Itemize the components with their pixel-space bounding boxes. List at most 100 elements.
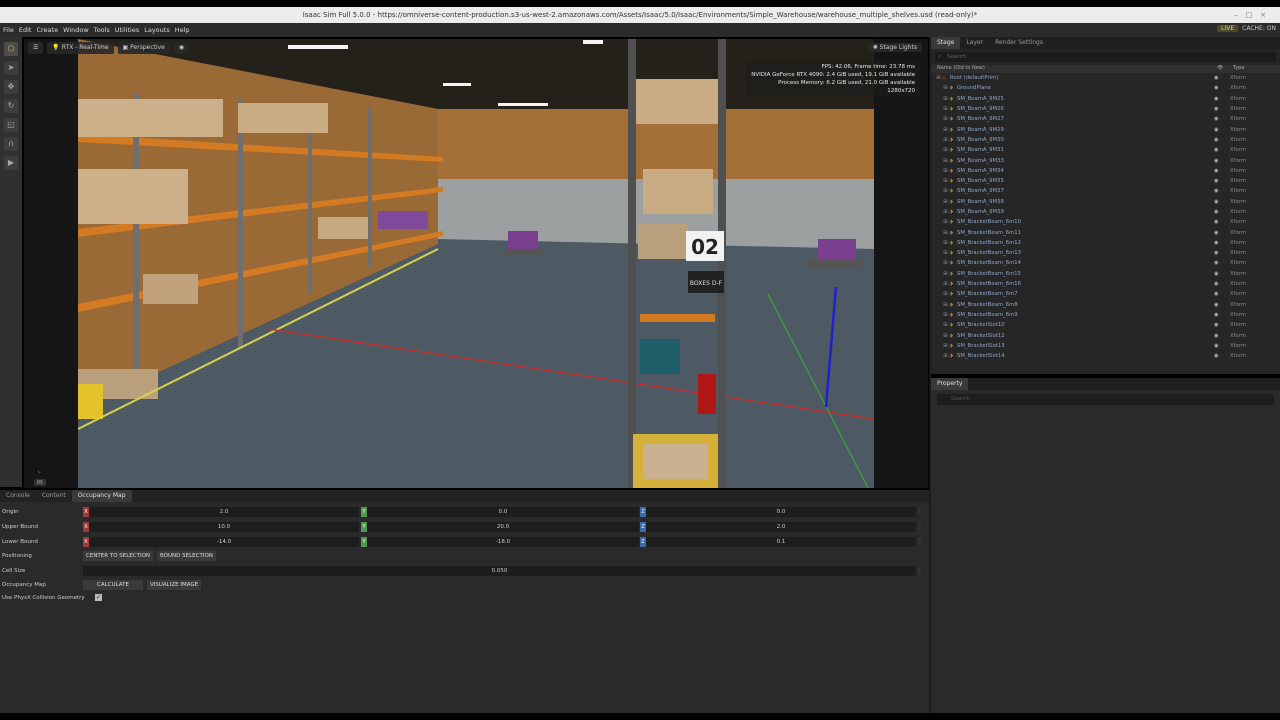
visibility-icon[interactable]: ◉: [1214, 188, 1230, 194]
rotate-icon[interactable]: ↻: [4, 99, 18, 113]
visibility-icon[interactable]: ◉: [1214, 230, 1230, 236]
expand-icon[interactable]: ⊞: [942, 312, 949, 318]
visibility-icon[interactable]: ◉: [1214, 271, 1230, 277]
physx-checkbox[interactable]: ✓: [95, 594, 102, 601]
visibility-icon[interactable]: ◉: [1214, 116, 1230, 122]
origin-x-field[interactable]: 2.0: [89, 507, 359, 517]
stage-tree-row[interactable]: ⊞ ⬗ SM_BracketSlot12 ◉ Xform: [931, 330, 1280, 340]
expand-icon[interactable]: ⊞: [942, 199, 949, 205]
stage-tree-row[interactable]: ⊞ ⬗ SM_BeamA_9M26 ◉ Xform: [931, 104, 1280, 114]
more-icon[interactable]: ⋮: [917, 538, 923, 545]
visibility-icon[interactable]: ◉: [1214, 85, 1230, 91]
column-name[interactable]: Name (Old to New): [937, 65, 1217, 73]
visibility-icon[interactable]: ◉: [1214, 127, 1230, 133]
viewport[interactable]: 02 BOXES D-F ☰ 💡 RTX - Real-Time ▣ Persp…: [24, 39, 928, 488]
stage-tree-row[interactable]: ⊞ ⬗ SM_BracketBeam_6m11 ◉ Xform: [931, 227, 1280, 237]
scale-icon[interactable]: ◱: [4, 118, 18, 132]
visibility-icon[interactable]: ◉: [1214, 219, 1230, 225]
lower-bound-y-field[interactable]: -18.0: [367, 537, 639, 547]
more-icon[interactable]: ⋮: [917, 523, 923, 530]
cell-size-field[interactable]: 0.050: [83, 566, 916, 576]
visibility-icon[interactable]: ◉: [1214, 209, 1230, 215]
camera-button[interactable]: ▣ Perspective: [117, 42, 170, 54]
tab-occupancy-map[interactable]: Occupancy Map: [71, 490, 132, 502]
window-controls[interactable]: –□×: [1234, 7, 1274, 23]
visibility-icon[interactable]: ◉: [1214, 291, 1230, 297]
rtx-mode-button[interactable]: 💡 RTX - Real-Time: [47, 42, 114, 54]
visibility-icon[interactable]: ◉: [1214, 137, 1230, 143]
expand-icon[interactable]: ⊞: [942, 178, 949, 184]
visibility-icon[interactable]: ◉: [1214, 75, 1230, 81]
expand-icon[interactable]: ⊞: [942, 209, 949, 215]
lower-bound-z-field[interactable]: 0.1: [646, 537, 916, 547]
expand-icon[interactable]: ⊞: [942, 188, 949, 194]
expand-icon[interactable]: ⊞: [942, 116, 949, 122]
pointer-icon[interactable]: ➤: [4, 61, 18, 75]
menu-window[interactable]: Window: [63, 26, 89, 34]
menu-help[interactable]: Help: [175, 26, 190, 34]
stage-tree-row[interactable]: ⊞ ⬗ SM_BeamA_9M35 ◉ Xform: [931, 176, 1280, 186]
expand-icon[interactable]: ⊞: [942, 106, 949, 112]
bound-selection-button[interactable]: BOUND SELECTION: [157, 551, 216, 561]
expand-icon[interactable]: ⊞: [942, 333, 949, 339]
stage-tree-row[interactable]: ⊞ ⬗ SM_BracketBeam_6m16 ◉ Xform: [931, 279, 1280, 289]
visibility-icon[interactable]: ◉: [1214, 96, 1230, 102]
stage-tree-row[interactable]: ⊞ ⬗ SM_BracketBeam_6m12 ◉ Xform: [931, 238, 1280, 248]
expand-icon[interactable]: ⊞: [942, 137, 949, 143]
units-badge[interactable]: m: [34, 479, 46, 486]
stage-tree-row[interactable]: ⊞ ⬗ SM_BeamA_9M25 ◉ Xform: [931, 94, 1280, 104]
visibility-icon[interactable]: ◉: [1214, 322, 1230, 328]
tab-console[interactable]: Console: [0, 490, 36, 502]
lower-bound-x-field[interactable]: -14.0: [89, 537, 359, 547]
menu-file[interactable]: File: [3, 26, 14, 34]
visibility-icon[interactable]: ◉: [1214, 199, 1230, 205]
play-icon[interactable]: ▶: [4, 156, 18, 170]
cache-status[interactable]: CACHE: ON: [1242, 25, 1276, 32]
origin-y-field[interactable]: 0.0: [367, 507, 639, 517]
stage-tree-row[interactable]: ⊞ ⬗ SM_BeamA_9M27 ◉ Xform: [931, 114, 1280, 124]
select-icon[interactable]: ⬡: [4, 42, 18, 56]
visibility-icon[interactable]: ◉: [1214, 333, 1230, 339]
expand-icon[interactable]: ⊞: [942, 168, 949, 174]
stage-tree-row[interactable]: ⊞ ⬗ SM_BracketBeam_6m9 ◉ Xform: [931, 310, 1280, 320]
stage-tree-row[interactable]: ⊞ ⬗ SM_BeamA_9M31 ◉ Xform: [931, 145, 1280, 155]
stage-tree-row[interactable]: ⊞ ⬗ SM_BracketBeam_6m15 ◉ Xform: [931, 269, 1280, 279]
expand-icon[interactable]: ⊞: [942, 147, 949, 153]
tab-stage[interactable]: Stage: [931, 37, 961, 49]
maximize-icon[interactable]: □: [1246, 11, 1261, 19]
tab-layer[interactable]: Layer: [960, 37, 989, 49]
visibility-icon[interactable]: ◉: [1214, 106, 1230, 112]
stage-lights-button[interactable]: ✺ Stage Lights: [867, 43, 922, 52]
stage-tree-row[interactable]: ⊞ ⬗ SM_BeamA_9M39 ◉ Xform: [931, 207, 1280, 217]
tab-content[interactable]: Content: [36, 490, 72, 502]
menu-utilities[interactable]: Utilities: [115, 26, 139, 34]
origin-z-field[interactable]: 0.0: [646, 507, 916, 517]
stage-tree-row[interactable]: ⊞ ⬗ SM_BracketBeam_6m8 ◉ Xform: [931, 300, 1280, 310]
menu-edit[interactable]: Edit: [19, 26, 32, 34]
visualize-image-button[interactable]: VISUALIZE IMAGE: [147, 580, 202, 590]
stage-tree-row[interactable]: ⊞ ⬗ SM_BeamA_9M33 ◉ Xform: [931, 155, 1280, 165]
property-search-input[interactable]: Search: [937, 394, 1274, 405]
stage-tree-row[interactable]: ⊞ ⬗ SM_BeamA_9M30 ◉ Xform: [931, 135, 1280, 145]
expand-icon[interactable]: ⊞: [942, 322, 949, 328]
upper-bound-x-field[interactable]: 10.0: [89, 522, 359, 532]
expand-icon[interactable]: ⊞: [935, 75, 942, 81]
expand-icon[interactable]: ⊞: [942, 127, 949, 133]
warehouse-scene[interactable]: 02 BOXES D-F: [78, 39, 874, 488]
visibility-icon[interactable]: ◉: [1214, 260, 1230, 266]
stage-tree-row[interactable]: ⊞ ⬗ SM_BracketSlot14 ◉ Xform: [931, 351, 1280, 361]
stage-tree-row[interactable]: ⊞ ⬗ SM_BeamA_9M29 ◉ Xform: [931, 124, 1280, 134]
visibility-icon[interactable]: ◉: [1214, 158, 1230, 164]
stage-tree-row[interactable]: ⊞ ⬗ SM_BracketBeam_6m7 ◉ Xform: [931, 289, 1280, 299]
visibility-icon[interactable]: ◉: [1214, 168, 1230, 174]
visibility-icon[interactable]: ◉: [1214, 147, 1230, 153]
visibility-icon[interactable]: ◉: [1214, 312, 1230, 318]
stage-tree-row[interactable]: ⊞ ⬗ SM_BracketBeam_6m14 ◉ Xform: [931, 258, 1280, 268]
expand-icon[interactable]: ⊞: [942, 85, 949, 91]
expand-icon[interactable]: ⊞: [942, 158, 949, 164]
expand-icon[interactable]: ⊞: [942, 281, 949, 287]
visibility-icon[interactable]: ◉: [1214, 302, 1230, 308]
upper-bound-z-field[interactable]: 2.0: [646, 522, 916, 532]
capture-icon[interactable]: ◉: [173, 42, 190, 54]
stage-tree-row[interactable]: ⊞ ⬗ SM_BracketBeam_6m10 ◉ Xform: [931, 217, 1280, 227]
